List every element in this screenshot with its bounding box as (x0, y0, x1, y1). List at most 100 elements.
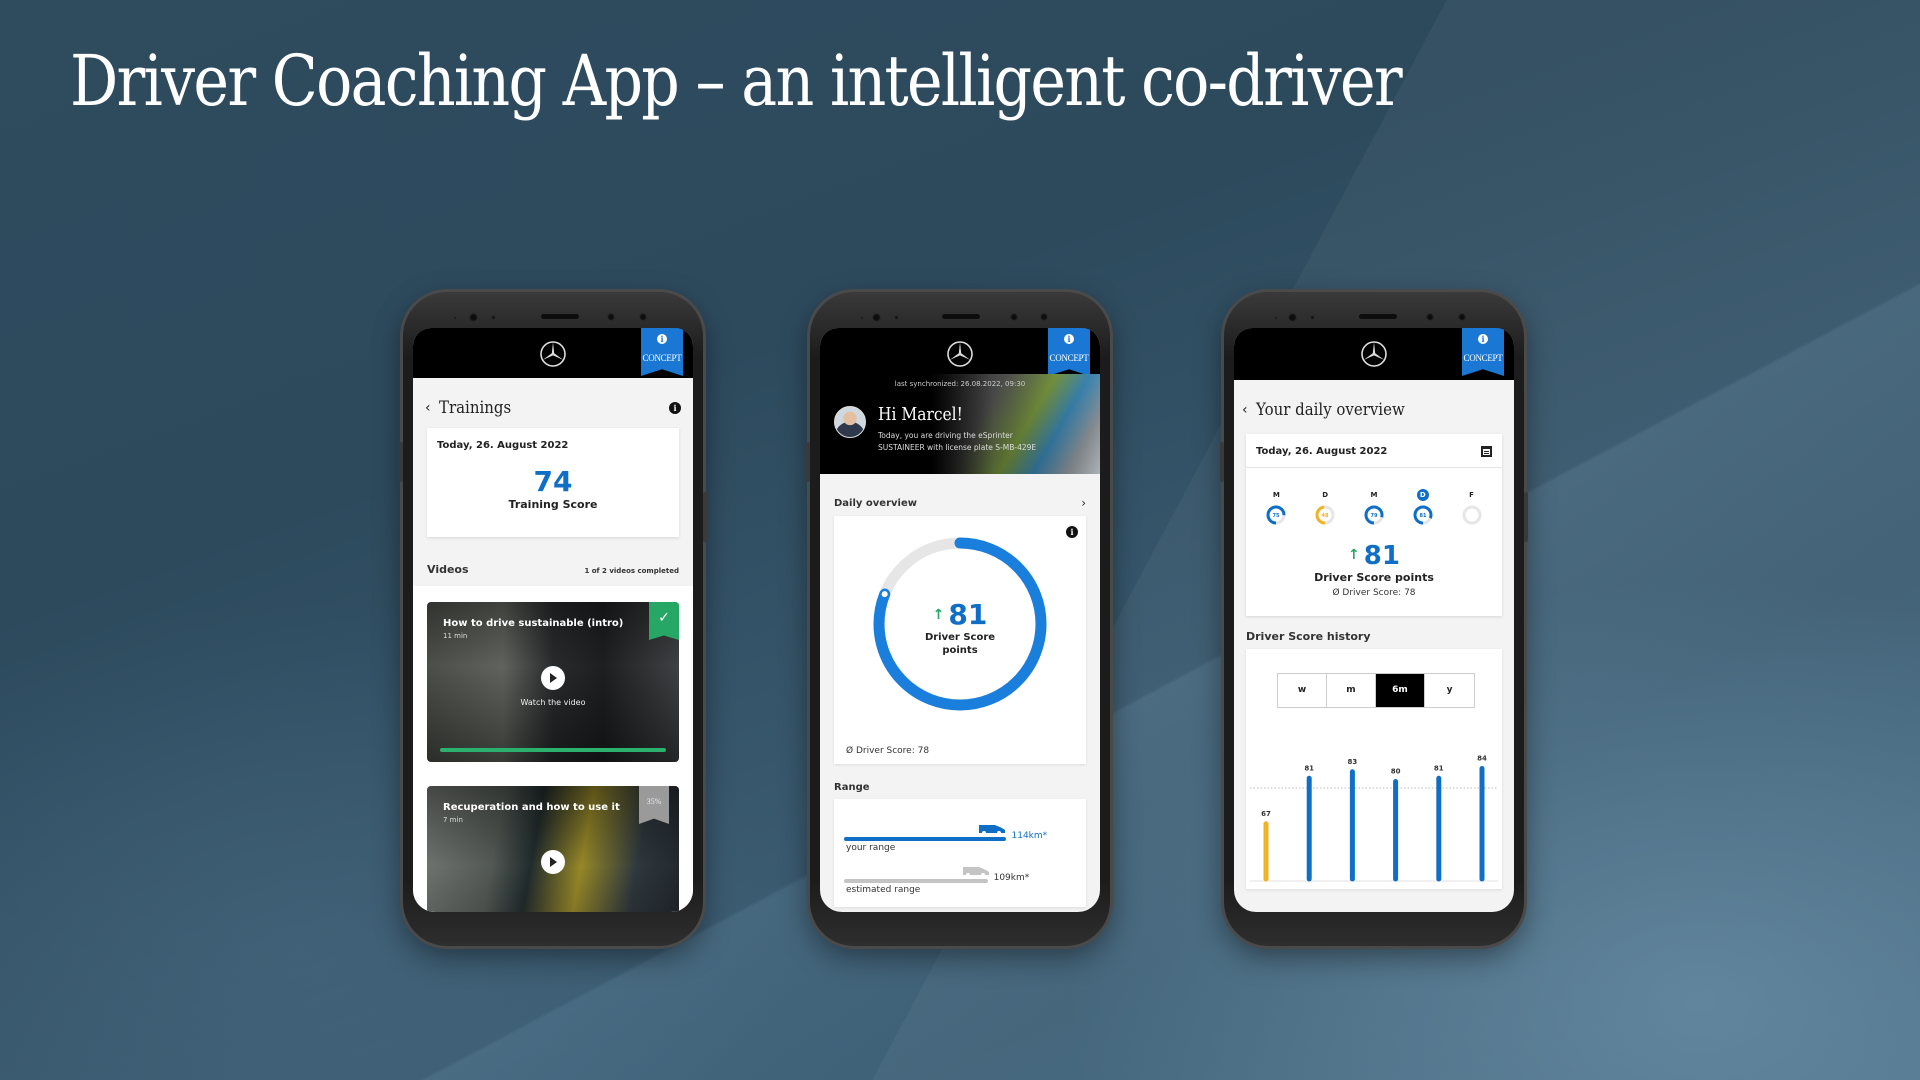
app-header: i CONCEPT (1234, 328, 1514, 380)
trend-up-icon: ↑ (932, 607, 945, 623)
concept-label: CONCEPT (1049, 353, 1089, 363)
history-bar-chart: 67 81 83 80 81 84 (1250, 755, 1498, 882)
sensor-dot (491, 315, 496, 320)
info-icon: i (1478, 334, 1488, 344)
chart-data-label: 80 (1391, 768, 1401, 776)
concept-ribbon[interactable]: i CONCEPT (1462, 328, 1504, 376)
period-tab-6-months[interactable]: 6m (1376, 674, 1425, 707)
watch-video-link[interactable]: Watch the video (427, 698, 679, 707)
sensor-dot (1310, 315, 1315, 320)
page-title: Your daily overview (1255, 400, 1405, 420)
ring-value: 81 (1419, 513, 1426, 519)
sensor-dot (894, 315, 899, 320)
video-title: How to drive sustainable (intro) (443, 618, 624, 629)
page-title-row: ‹ Trainings i (413, 378, 693, 428)
date-label: Today, 26. August 2022 (437, 440, 569, 451)
daily-score-card: Today, 26. August 2022 M 75 D 48 M 79 D 81 F ↑ 81… (1246, 434, 1502, 616)
score-summary: ↑ 81 Driver Score points Ø Driver Score: … (1246, 527, 1502, 616)
period-tab-month[interactable]: m (1327, 674, 1376, 707)
back-chevron-icon[interactable]: ‹ (1242, 402, 1248, 418)
period-tab-week[interactable]: w (1278, 674, 1327, 707)
chart-data-label: 83 (1348, 758, 1358, 766)
play-icon[interactable] (541, 850, 565, 874)
info-icon[interactable]: i (669, 402, 681, 414)
weekday-item[interactable]: M 79 (1354, 482, 1394, 527)
mercedes-star-logo (1361, 341, 1387, 367)
weekday-score-ring: 48 (1315, 505, 1335, 525)
front-camera (872, 313, 881, 322)
weekday-letter: M (1370, 491, 1378, 499)
videos-header: Videos 1 of 2 videos completed (413, 537, 693, 586)
weekday-rings: M 75 D 48 M 79 D 81 F (1246, 468, 1502, 527)
concept-ribbon[interactable]: i CONCEPT (641, 328, 683, 376)
side-button (1220, 442, 1224, 482)
screen: i CONCEPT ‹ Your daily overview Today, 2… (1234, 328, 1514, 912)
chart-data-label: 84 (1477, 755, 1487, 763)
progress-badge: 35% (639, 786, 669, 824)
estimated-range-label: estimated range (846, 885, 921, 895)
ring-value: 48 (1322, 513, 1329, 519)
phone-daily-overview: i CONCEPT ‹ Your daily overview Today, 2… (1220, 292, 1528, 946)
phone-trainings: i CONCEPT ‹ Trainings i Today, 26. Augus… (399, 292, 707, 946)
welcome-hero: last synchronized: 26.08.2022, 09:30 Hi … (820, 374, 1100, 474)
sensor-dot (1010, 313, 1018, 321)
weekday-score-ring: 81 (1413, 505, 1433, 525)
chevron-right-icon[interactable]: › (1081, 496, 1086, 510)
weekday-item[interactable]: M 75 (1256, 482, 1296, 527)
chart-data-label: 67 (1261, 810, 1271, 818)
history-card: w m 6m y 67 81 83 80 81 84 (1246, 649, 1502, 889)
side-button (399, 442, 403, 482)
screen: i CONCEPT ‹ Trainings i Today, 26. Augus… (413, 328, 693, 912)
average-score: Ø Driver Score: 78 (846, 746, 930, 756)
video-card[interactable]: 35% Recuperation and how to use it 7 min (427, 786, 679, 912)
play-icon[interactable] (541, 666, 565, 690)
training-score-value: 74 (533, 465, 573, 498)
greeting: Hi Marcel! (878, 404, 963, 425)
sensor-dot (639, 313, 647, 321)
score-center: ↑ 81 Driver Score points (834, 598, 1086, 657)
sensor-dot (1458, 313, 1466, 321)
van-icon (962, 867, 989, 877)
vehicle-info: Today, you are driving the eSprinter SUS… (878, 430, 1036, 454)
video-duration: 7 min (443, 816, 463, 824)
range-card: 114km* your range 109km* estimated range (834, 799, 1086, 907)
vehicle-line: Today, you are driving the eSprinter (878, 431, 1013, 440)
avatar[interactable] (834, 406, 866, 438)
average-score: Ø Driver Score: 78 (1332, 588, 1416, 598)
weekday-score-ring: 79 (1364, 505, 1384, 525)
driver-score-label: Driver Score points (1314, 571, 1434, 584)
calendar-icon[interactable] (1481, 446, 1492, 457)
weekday-item[interactable]: D 48 (1305, 482, 1345, 527)
videos-heading: Videos (427, 563, 469, 576)
van-icon (978, 825, 1005, 835)
ring-value: 75 (1273, 513, 1280, 519)
date-label: Today, 26. August 2022 (1256, 446, 1388, 457)
info-icon[interactable]: i (1066, 526, 1078, 538)
trend-up-icon: ↑ (1348, 547, 1360, 563)
driver-score-value: 81 (1363, 541, 1400, 571)
card-header: Today, 26. August 2022 (1246, 434, 1502, 468)
driver-score-label: points (942, 645, 978, 656)
screen: i CONCEPT last synchronized: 26.08.2022,… (820, 328, 1100, 912)
front-camera (469, 313, 478, 322)
back-chevron-icon[interactable]: ‹ (425, 400, 431, 416)
ring-track (1462, 505, 1482, 525)
sensor-dot (607, 313, 615, 321)
weekday-letter: D (1322, 491, 1329, 499)
concept-ribbon[interactable]: i CONCEPT (1048, 328, 1090, 376)
weekday-item[interactable]: F (1452, 482, 1492, 527)
check-icon: ✓ (649, 602, 679, 640)
daily-overview-header[interactable]: Daily overview › (820, 474, 1100, 516)
daily-overview-title: Daily overview (834, 497, 917, 509)
info-icon: i (1064, 334, 1074, 344)
period-tab-year[interactable]: y (1425, 674, 1474, 707)
vehicle-line: SUSTAINEER with license plate S-MB-429E (878, 443, 1037, 452)
slide-title: Driver Coaching App – an intelligent co-… (70, 40, 1403, 122)
video-card[interactable]: ✓ How to drive sustainable (intro) 11 mi… (427, 602, 679, 762)
chart-data-label: 81 (1304, 764, 1314, 772)
ring-value: 79 (1371, 513, 1378, 519)
weekday-item[interactable]: D 81 (1403, 482, 1443, 527)
your-range-label: your range (846, 843, 896, 853)
sync-status: last synchronized: 26.08.2022, 09:30 (894, 380, 1026, 388)
chart-data-label: 81 (1434, 764, 1444, 772)
